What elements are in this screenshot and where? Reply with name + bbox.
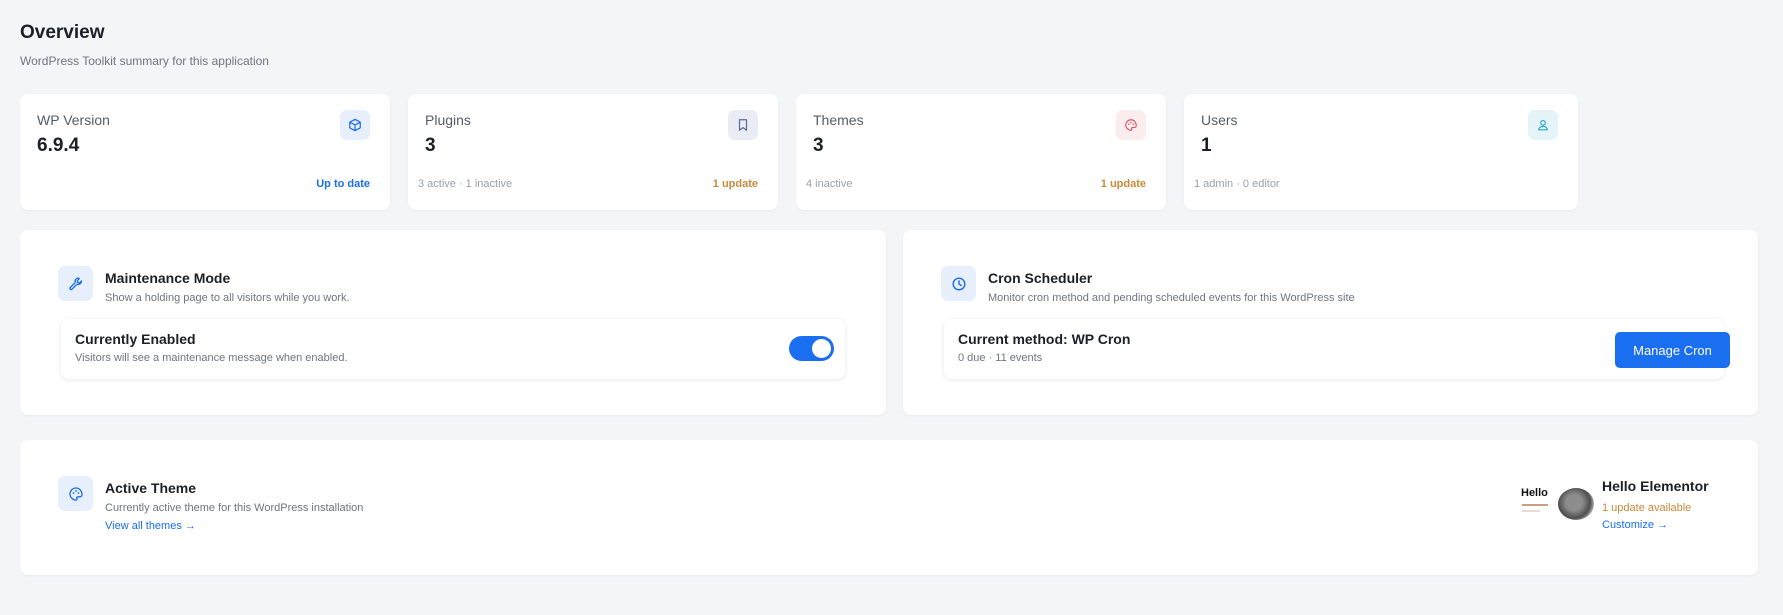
maintenance-status-subtitle: Visitors will see a maintenance message …: [75, 352, 348, 364]
theme-update-status: 1 update available: [1602, 502, 1692, 514]
stat-label: Themes: [813, 112, 864, 128]
cron-method: Current method: WP Cron: [958, 331, 1130, 347]
theme-thumbnail: Hello: [1520, 480, 1594, 522]
cron-panel: Cron Scheduler Monitor cron method and p…: [903, 230, 1758, 415]
maintenance-status-card: Currently Enabled Visitors will see a ma…: [61, 319, 845, 379]
cron-stats: 0 due · 11 events: [958, 352, 1043, 364]
stat-card-themes: Themes 3 4 inactive 1 update: [796, 94, 1166, 210]
active-theme-description: Currently active theme for this WordPres…: [105, 502, 364, 514]
customize-link[interactable]: Customize →: [1602, 519, 1668, 531]
users-summary: 1 admin · 0 editor: [1194, 178, 1280, 190]
stat-card-plugins: Plugins 3 3 active · 1 inactive 1 update: [408, 94, 778, 210]
stat-label: WP Version: [37, 112, 110, 128]
page-header: Overview WordPress Toolkit summary for t…: [20, 22, 269, 68]
page-subtitle: WordPress Toolkit summary for this appli…: [20, 54, 269, 68]
maintenance-description: Show a holding page to all visitors whil…: [105, 292, 350, 304]
version-status: Up to date: [316, 178, 370, 190]
thumbnail-line: [1522, 510, 1540, 512]
maintenance-title: Maintenance Mode: [105, 270, 231, 286]
clock-icon: [941, 266, 976, 301]
user-icon: [1528, 110, 1558, 140]
plugins-updates: 1 update: [712, 178, 758, 190]
stat-value: 3: [425, 135, 436, 156]
manage-cron-button[interactable]: Manage Cron: [1615, 332, 1730, 368]
wrench-icon: [58, 266, 93, 301]
stat-value: 1: [1201, 135, 1212, 156]
cron-description: Monitor cron method and pending schedule…: [988, 292, 1355, 304]
stat-card-wp-version: WP Version 6.9.4 Up to date: [20, 94, 390, 210]
themes-updates: 1 update: [1100, 178, 1146, 190]
stat-value: 6.9.4: [37, 135, 80, 156]
cron-status-card: Current method: WP Cron 0 due · 11 event…: [944, 319, 1730, 379]
cron-method-label: Current method:: [958, 331, 1068, 347]
cron-method-value: WP Cron: [1071, 331, 1131, 347]
theme-name: Hello Elementor: [1602, 478, 1709, 494]
page-title: Overview: [20, 22, 105, 43]
thumbnail-photo: [1558, 488, 1594, 520]
bookmark-icon: [728, 110, 758, 140]
toggle-knob: [812, 339, 831, 358]
stat-value: 3: [813, 135, 824, 156]
palette-icon: [58, 476, 93, 511]
maintenance-status-title: Currently Enabled: [75, 331, 196, 347]
themes-summary: 4 inactive: [806, 178, 853, 190]
thumbnail-line: [1522, 504, 1548, 506]
maintenance-toggle[interactable]: [789, 336, 834, 361]
active-theme-panel: Active Theme Currently active theme for …: [20, 440, 1758, 575]
cube-icon: [340, 110, 370, 140]
stat-card-users: Users 1 1 admin · 0 editor: [1184, 94, 1578, 210]
stats-row: WP Version 6.9.4 Up to date Plugins 3 3 …: [20, 94, 1778, 210]
maintenance-panel: Maintenance Mode Show a holding page to …: [20, 230, 886, 415]
stat-label: Plugins: [425, 112, 471, 128]
plugins-summary: 3 active · 1 inactive: [418, 178, 513, 190]
palette-icon: [1116, 110, 1146, 140]
thumbnail-text: Hello: [1521, 487, 1548, 499]
active-theme-title: Active Theme: [105, 480, 197, 496]
stat-label: Users: [1201, 112, 1238, 128]
cron-title: Cron Scheduler: [988, 270, 1093, 286]
view-all-themes-link[interactable]: View all themes →: [105, 520, 196, 532]
